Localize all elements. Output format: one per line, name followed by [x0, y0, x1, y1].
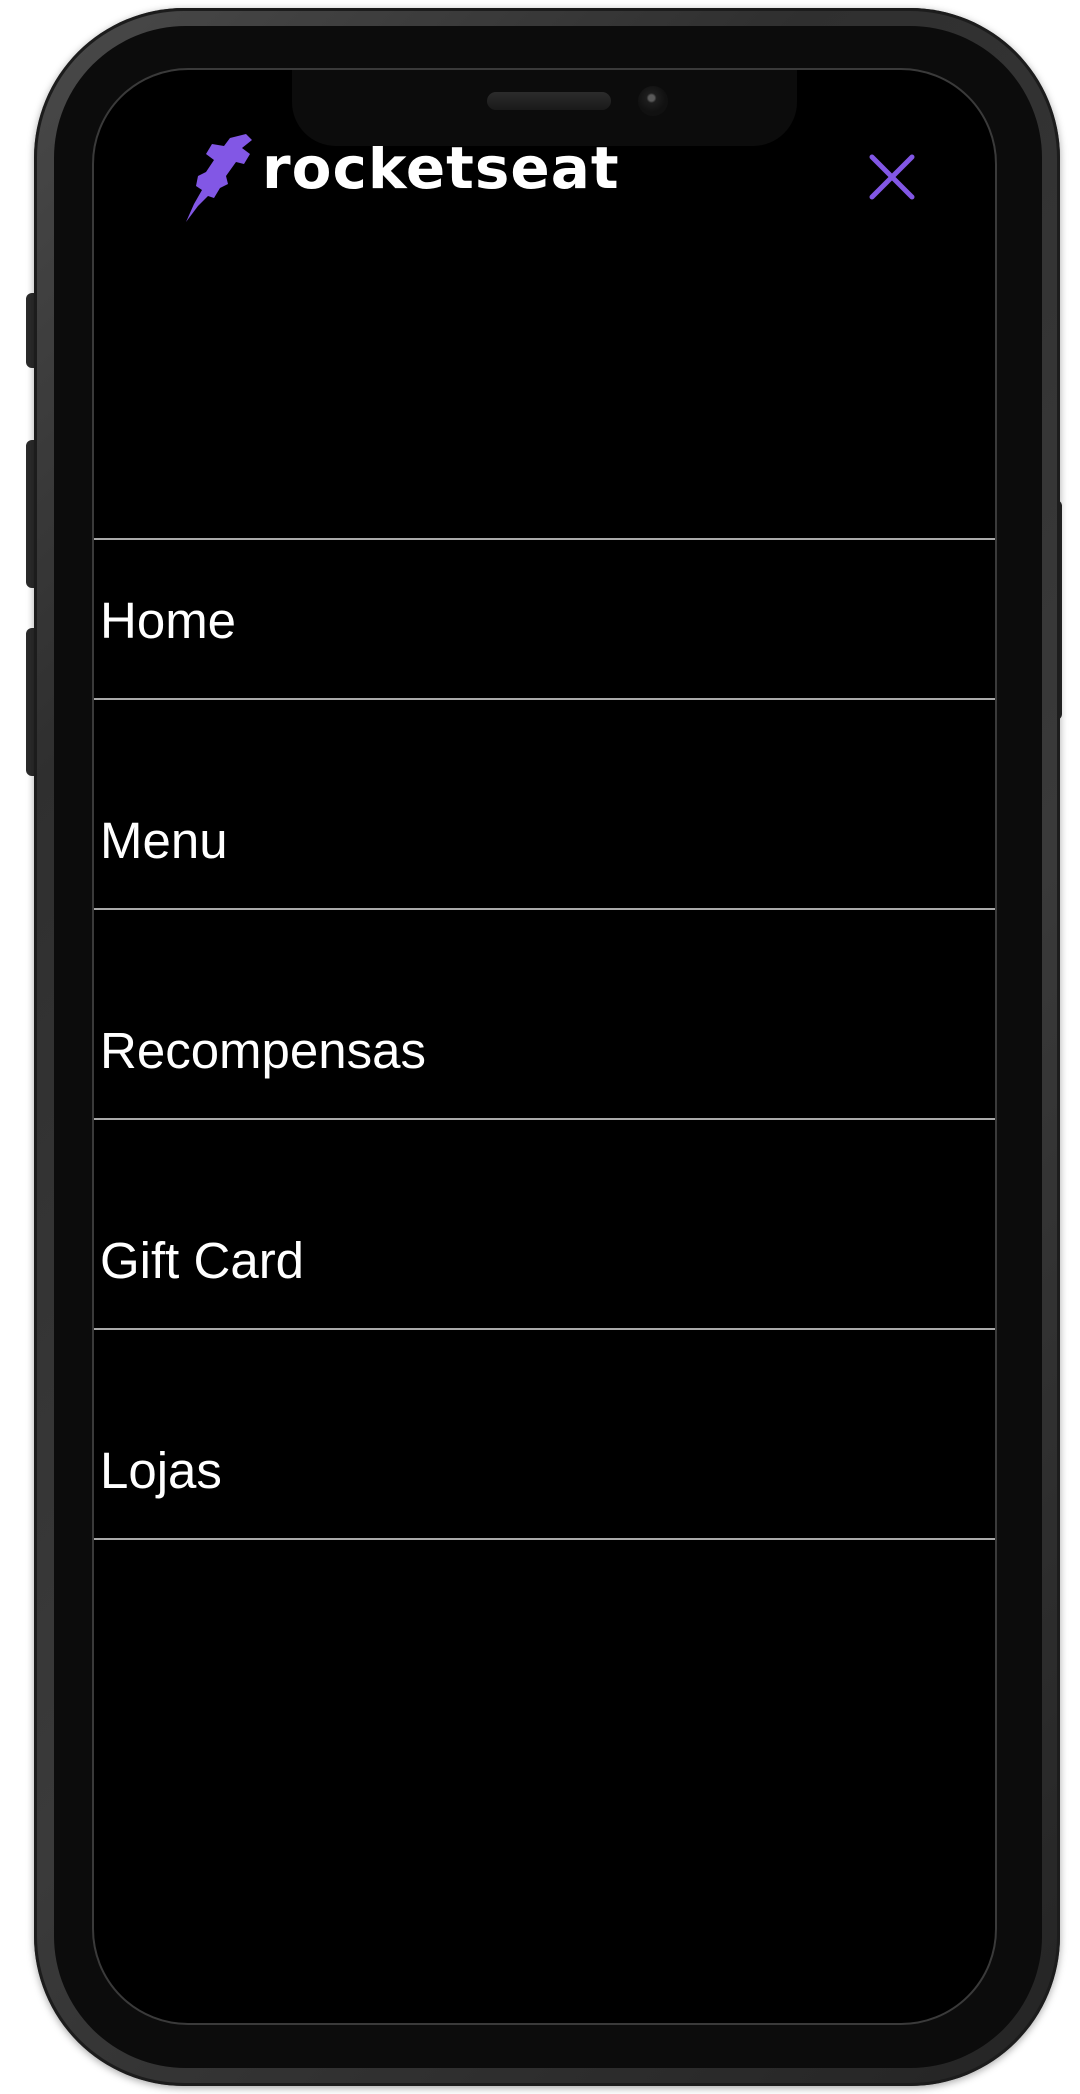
menu-item-menu[interactable]: Menu [94, 700, 995, 910]
menu-item-label: Gift Card [100, 1232, 305, 1289]
front-camera [638, 86, 668, 116]
nav-menu: Home Menu Recompensas Gift Card Lojas [94, 538, 995, 1540]
close-menu-button[interactable] [867, 152, 917, 202]
menu-item-recompensas[interactable]: Recompensas [94, 910, 995, 1120]
menu-item-lojas[interactable]: Lojas [94, 1330, 995, 1540]
brand-name: rocketseat [262, 134, 620, 202]
earpiece-speaker [487, 92, 611, 110]
menu-item-label: Recompensas [100, 1022, 426, 1079]
menu-item-home[interactable]: Home [94, 540, 995, 700]
rocket-icon [186, 134, 252, 222]
menu-item-label: Menu [100, 812, 228, 869]
device-mockup: rocketseat Home Menu Recompensas Gift Ca… [0, 0, 1080, 2094]
menu-item-gift-card[interactable]: Gift Card [94, 1120, 995, 1330]
phone-screen: rocketseat Home Menu Recompensas Gift Ca… [92, 68, 997, 2025]
close-icon [869, 154, 915, 200]
menu-item-label: Home [100, 592, 237, 649]
menu-item-label: Lojas [100, 1442, 222, 1499]
